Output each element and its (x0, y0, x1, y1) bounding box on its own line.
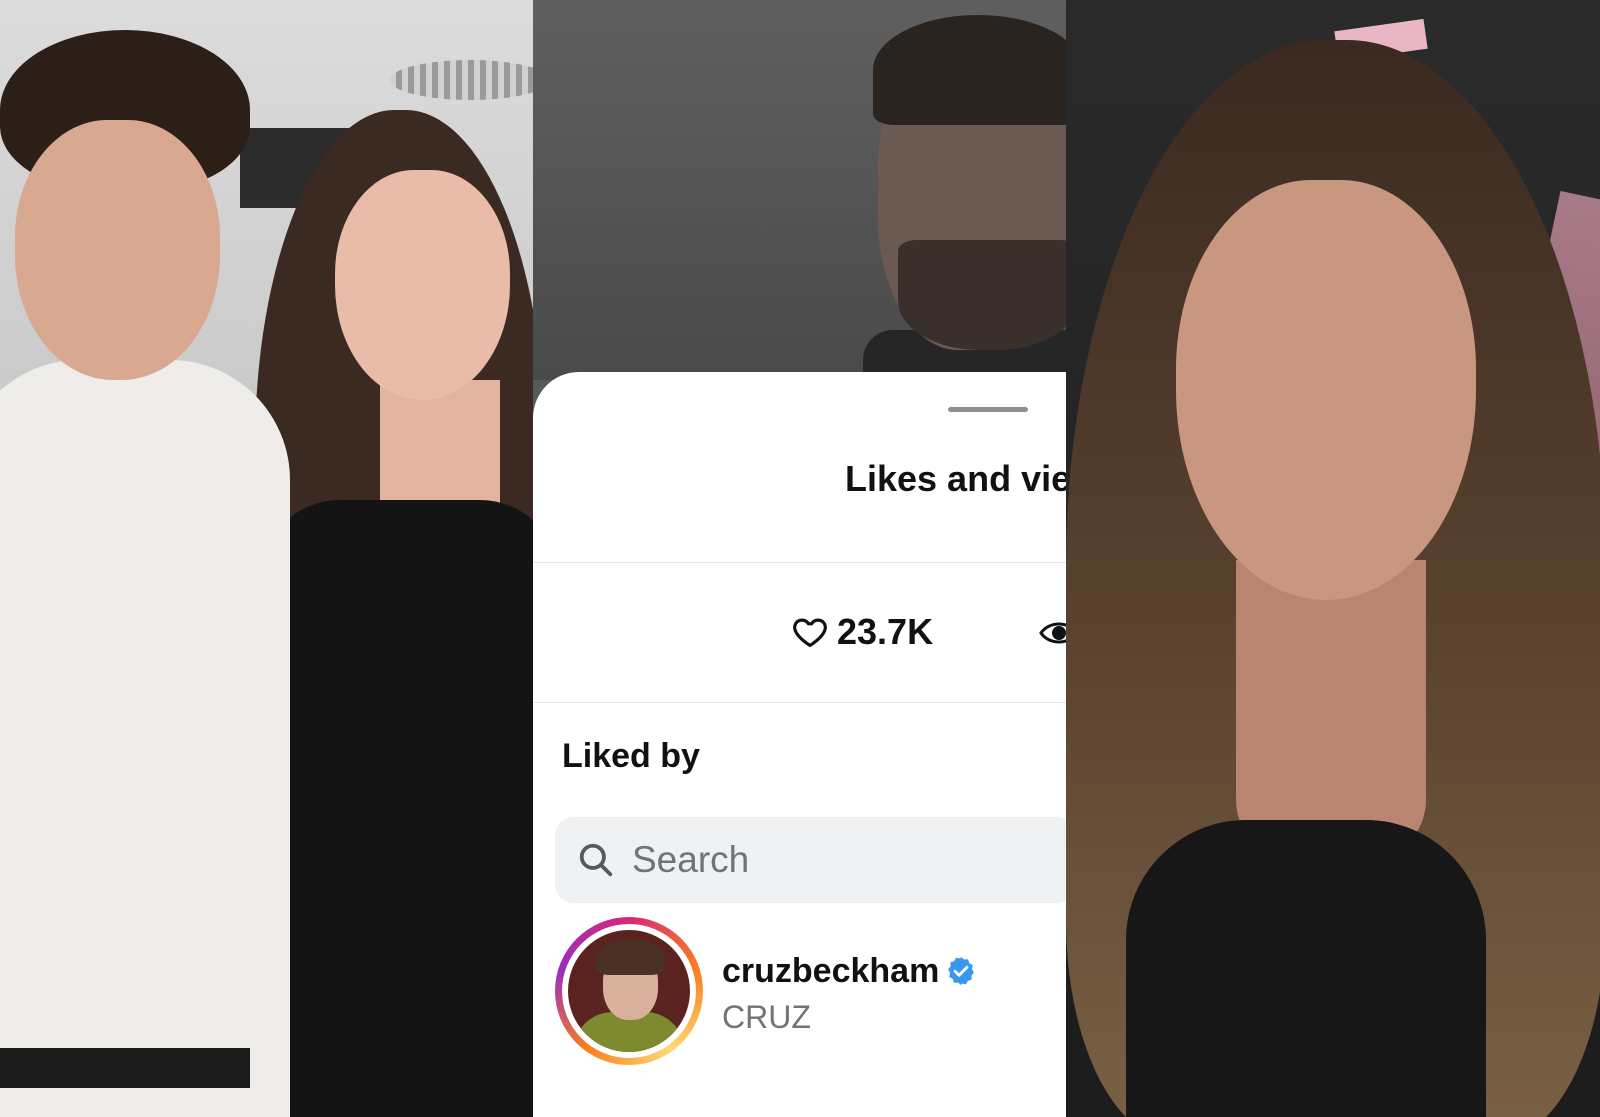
woman-face (1176, 180, 1476, 600)
verified-badge-icon (948, 957, 974, 985)
video-person-beard (898, 240, 1066, 350)
divider (533, 702, 1066, 703)
woman-black-top (1126, 820, 1486, 1117)
search-placeholder: Search (632, 839, 750, 880)
woman-neck (1236, 560, 1426, 860)
username-link[interactable]: cruzbeckham (722, 952, 939, 991)
divider (533, 562, 1066, 563)
likes-count: 23.7K (837, 611, 934, 652)
man-white-tshirt (0, 360, 290, 1117)
list-item[interactable]: cruzbeckham CRUZ (555, 917, 1066, 1067)
story-ring[interactable] (555, 917, 703, 1065)
disco-ball-decor (390, 60, 533, 100)
likes-bottom-sheet: Likes and vie 23.7K Liked by Search cruz… (533, 372, 1066, 1117)
search-icon (579, 843, 613, 877)
man-face (15, 120, 220, 380)
sheet-grabber-handle[interactable] (948, 407, 1028, 412)
eye-icon[interactable] (1039, 618, 1066, 648)
user-full-name: CRUZ (722, 999, 811, 1035)
liked-by-heading: Liked by (562, 737, 700, 775)
instagram-screenshot: Likes and vie 23.7K Liked by Search cruz… (533, 0, 1066, 1117)
search-input[interactable]: Search (555, 817, 1066, 903)
left-couple-photo (0, 0, 533, 1117)
woman-face (335, 170, 510, 400)
heart-icon (793, 618, 827, 648)
woman-leather-jacket (260, 500, 533, 1117)
man-belt (0, 1048, 250, 1088)
likes-stat[interactable]: 23.7K (791, 609, 933, 655)
sheet-title: Likes and vie (845, 458, 1066, 499)
video-person-hair (873, 15, 1066, 125)
right-portrait-photo (1066, 0, 1600, 1117)
avatar[interactable] (568, 930, 690, 1052)
